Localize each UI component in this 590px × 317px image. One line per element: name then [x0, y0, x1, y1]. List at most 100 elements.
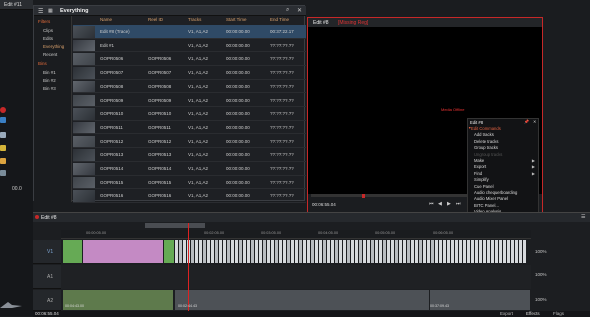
video-clip[interactable]: [239, 240, 243, 263]
search-icon[interactable]: ⌕: [286, 7, 289, 14]
table-row[interactable]: GOPR0506 GOPR0506 V1, A1,A2 00:00:00.00??:?…: [73, 52, 306, 66]
video-clip[interactable]: [164, 240, 174, 263]
tool-icon-grid[interactable]: [0, 170, 6, 176]
play-reverse-icon[interactable]: ◀: [438, 201, 442, 207]
video-clip[interactable]: [519, 240, 523, 263]
video-clip[interactable]: [191, 240, 195, 263]
video-clip[interactable]: [255, 240, 259, 263]
effects-button[interactable]: Effects: [526, 311, 540, 316]
timeline-menu-icon[interactable]: ☰: [581, 214, 585, 220]
table-row[interactable]: Edit #1 V1, A1,A2 00:00:00.00??:??:??.??: [73, 39, 306, 53]
menu-item[interactable]: Add tracks: [474, 132, 494, 137]
video-clip[interactable]: [315, 240, 319, 263]
col-end-time[interactable]: End Time: [270, 17, 289, 22]
video-clip[interactable]: [211, 240, 215, 263]
bin-3[interactable]: Bin #3: [43, 86, 56, 91]
video-clip[interactable]: [483, 240, 487, 263]
video-clip[interactable]: [479, 240, 483, 263]
table-row[interactable]: GOPR0507 GOPR0507 V1, A1,A2 00:00:00.00??:?…: [73, 66, 306, 80]
video-clip[interactable]: [83, 240, 163, 263]
video-clip[interactable]: [259, 240, 263, 263]
edit11-tab[interactable]: Edit #11: [0, 0, 33, 10]
video-clip[interactable]: [235, 240, 239, 263]
play-icon[interactable]: ▶: [447, 201, 451, 207]
close-icon[interactable]: ✕: [297, 7, 302, 14]
video-clip[interactable]: [343, 240, 347, 263]
forward-icon[interactable]: ⏭: [456, 201, 461, 207]
video-clip[interactable]: [391, 240, 395, 263]
video-clip[interactable]: [459, 240, 463, 263]
video-clip[interactable]: [275, 240, 279, 263]
record-icon[interactable]: [0, 107, 6, 113]
video-clip[interactable]: [279, 240, 283, 263]
table-row[interactable]: GOPR0516 GOPR0516 V1, A1,A2 00:00:00.00??:?…: [73, 189, 306, 203]
video-clip[interactable]: [367, 240, 371, 263]
video-clip[interactable]: [359, 240, 363, 263]
video-clip[interactable]: [291, 240, 295, 263]
video-clip[interactable]: [231, 240, 235, 263]
menu-item[interactable]: Find: [474, 171, 482, 176]
timeline-playhead[interactable]: [188, 223, 189, 317]
video-clip[interactable]: [419, 240, 423, 263]
video-clip[interactable]: [307, 240, 311, 263]
col-name[interactable]: Name: [100, 17, 112, 22]
flags-button[interactable]: Flags: [553, 311, 564, 316]
video-clip[interactable]: [375, 240, 379, 263]
video-clip[interactable]: [475, 240, 479, 263]
menu-item[interactable]: Export: [474, 164, 486, 169]
video-clip[interactable]: [323, 240, 327, 263]
video-clip[interactable]: [383, 240, 387, 263]
audio-track-lane-a1[interactable]: [61, 265, 531, 289]
tool-icon-blue[interactable]: [0, 117, 6, 123]
video-clip[interactable]: [499, 240, 503, 263]
table-row[interactable]: GOPR0515 GOPR0515 V1, A1,A2 00:00:00.00??:?…: [73, 176, 306, 190]
video-clip[interactable]: [223, 240, 227, 263]
video-clip[interactable]: [271, 240, 275, 263]
video-clip[interactable]: [427, 240, 431, 263]
video-clip[interactable]: [247, 240, 251, 263]
tool-icon-folder[interactable]: [0, 158, 6, 164]
audio-clip[interactable]: [175, 290, 429, 310]
table-row[interactable]: GOPR0513 GOPR0513 V1, A1,A2 00:00:00.00??:?…: [73, 148, 306, 162]
level-a1[interactable]: 100%: [535, 272, 547, 277]
col-start-time[interactable]: Start Time: [226, 17, 247, 22]
video-clip[interactable]: [431, 240, 435, 263]
video-clip[interactable]: [387, 240, 391, 263]
table-row[interactable]: GOPR0514 GOPR0514 V1, A1,A2 00:00:00.00??:?…: [73, 162, 306, 176]
bin-view-icon[interactable]: ▦: [48, 8, 53, 14]
video-clip[interactable]: [487, 240, 491, 263]
menu-close-icon[interactable]: ✕: [533, 119, 536, 124]
tool-icon-list[interactable]: [0, 132, 6, 138]
track-header-a1[interactable]: A1: [33, 265, 61, 289]
video-clip[interactable]: [263, 240, 267, 263]
export-button[interactable]: Export: [500, 311, 513, 316]
table-row[interactable]: Edit #8 (Trace) V1, A1,A2 00:00:00.00 00:37…: [73, 25, 306, 39]
video-clip[interactable]: [63, 240, 82, 263]
timeline-overview-bar[interactable]: [145, 223, 205, 228]
menu-item[interactable]: Make: [474, 158, 484, 163]
video-clip[interactable]: [303, 240, 307, 263]
video-clip[interactable]: [195, 240, 199, 263]
video-clip[interactable]: [379, 240, 383, 263]
video-clip[interactable]: [495, 240, 499, 263]
video-clip[interactable]: [199, 240, 203, 263]
video-clip[interactable]: [439, 240, 443, 263]
video-clip[interactable]: [331, 240, 335, 263]
menu-item[interactable]: Simplify: [474, 177, 489, 182]
video-clip[interactable]: [243, 240, 247, 263]
video-clip[interactable]: [415, 240, 419, 263]
col-tracks[interactable]: Tracks: [188, 17, 201, 22]
video-clip[interactable]: [463, 240, 467, 263]
bin-2[interactable]: Bin #2: [43, 78, 56, 83]
table-row[interactable]: GOPR0510 GOPR0510 V1, A1,A2 00:00:00.00??:?…: [73, 107, 306, 121]
table-row[interactable]: GOPR0511 GOPR0511 V1, A1,A2 00:00:00.00??:?…: [73, 121, 306, 135]
video-clip[interactable]: [455, 240, 459, 263]
filter-everything[interactable]: Everything: [43, 44, 64, 49]
table-row[interactable]: GOPR0512 GOPR0512 V1, A1,A2 00:00:00.00??:?…: [73, 135, 306, 149]
video-clip[interactable]: [351, 240, 355, 263]
video-clip[interactable]: [251, 240, 255, 263]
video-clip[interactable]: [451, 240, 455, 263]
filter-recent[interactable]: Recent: [43, 52, 57, 57]
video-clip[interactable]: [203, 240, 207, 263]
video-clip[interactable]: [403, 240, 407, 263]
